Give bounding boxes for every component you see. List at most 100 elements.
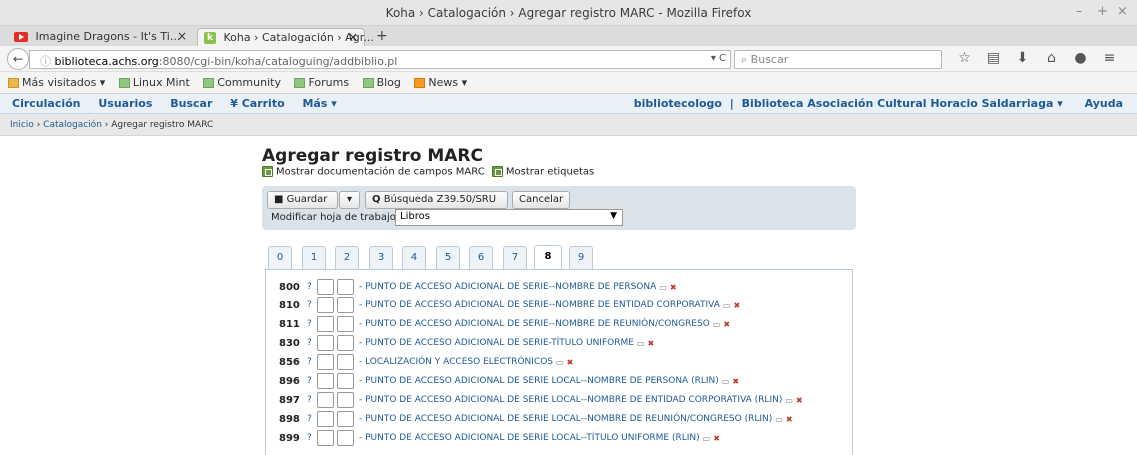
show-doc-checkbox[interactable] xyxy=(262,166,273,177)
clone-field-icon[interactable]: ▭ xyxy=(556,358,564,367)
tab-close-icon[interactable]: × xyxy=(177,29,187,43)
indicator-2-input[interactable] xyxy=(337,354,354,370)
indicator-2-input[interactable] xyxy=(337,411,354,427)
field-description[interactable]: - PUNTO DE ACCESO ADICIONAL DE SERIE--NO… xyxy=(359,300,720,310)
indicator-1-input[interactable] xyxy=(317,335,334,351)
marc-tab-8[interactable]: 8 xyxy=(534,245,562,269)
indicator-2-input[interactable] xyxy=(337,279,354,295)
save-button[interactable]: ■ Guardar xyxy=(267,191,338,209)
bookmark-community[interactable]: Community xyxy=(203,76,281,89)
marc-tab-1[interactable]: 1 xyxy=(302,246,326,269)
indicator-1-input[interactable] xyxy=(317,279,334,295)
save-dropdown-button[interactable]: ▾ xyxy=(339,191,360,209)
framework-select[interactable]: Libros ▼ xyxy=(395,209,623,226)
field-description[interactable]: - PUNTO DE ACCESO ADICIONAL DE SERIE LOC… xyxy=(359,433,700,443)
help-link[interactable]: ? xyxy=(307,395,317,405)
show-tags-checkbox[interactable] xyxy=(491,166,503,177)
marc-tab-6[interactable]: 6 xyxy=(469,246,493,269)
url-bar[interactable]: ⓘ biblioteca.achs.org:8080/cgi-bin/koha/… xyxy=(29,50,731,69)
indicator-1-input[interactable] xyxy=(317,392,334,408)
minimize-button[interactable]: – xyxy=(1076,4,1083,19)
indicator-2-input[interactable] xyxy=(337,316,354,332)
indicator-1-input[interactable] xyxy=(317,354,334,370)
clone-field-icon[interactable]: ▭ xyxy=(713,320,721,329)
menu-icon[interactable]: ≡ xyxy=(1095,50,1124,66)
clone-field-icon[interactable]: ▭ xyxy=(659,283,667,292)
tab-youtube[interactable]: Imagine Dragons - It's Ti... × xyxy=(8,28,193,46)
delete-field-icon[interactable]: ✖ xyxy=(723,320,730,329)
field-description[interactable]: - LOCALIZACIÓN Y ACCESO ELECTRÓNICOS xyxy=(359,357,553,367)
indicator-1-input[interactable] xyxy=(317,373,334,389)
search-input[interactable]: ⌕ Buscar xyxy=(734,50,942,69)
breadcrumb-inicio[interactable]: Inicio xyxy=(10,120,34,130)
back-button[interactable]: ← xyxy=(7,48,29,70)
nav-usuarios[interactable]: Usuarios xyxy=(98,97,152,110)
nav-buscar[interactable]: Buscar xyxy=(170,97,212,110)
clone-field-icon[interactable]: ▭ xyxy=(722,377,730,386)
home-icon[interactable]: ⌂ xyxy=(1037,50,1066,66)
clone-field-icon[interactable]: ▭ xyxy=(637,339,645,348)
field-description[interactable]: - PUNTO DE ACCESO ADICIONAL DE SERIE LOC… xyxy=(359,395,782,405)
help-link[interactable]: ? xyxy=(307,433,317,443)
delete-field-icon[interactable]: ✖ xyxy=(786,415,793,424)
field-description[interactable]: - PUNTO DE ACCESO ADICIONAL DE SERIE--NO… xyxy=(359,319,710,329)
bookmark-linux-mint[interactable]: Linux Mint xyxy=(118,76,190,89)
marc-tab-5[interactable]: 5 xyxy=(436,246,460,269)
delete-field-icon[interactable]: ✖ xyxy=(670,283,677,292)
new-tab-button[interactable]: + xyxy=(376,28,388,44)
delete-field-icon[interactable]: ✖ xyxy=(733,301,740,310)
help-link[interactable]: ? xyxy=(307,282,317,292)
clone-field-icon[interactable]: ▭ xyxy=(785,396,793,405)
indicator-2-input[interactable] xyxy=(337,335,354,351)
indicator-2-input[interactable] xyxy=(337,373,354,389)
nav-carrito[interactable]: ¥ Carrito xyxy=(230,97,284,110)
field-description[interactable]: - PUNTO DE ACCESO ADICIONAL DE SERIE LOC… xyxy=(359,414,772,424)
indicator-2-input[interactable] xyxy=(337,392,354,408)
bookmark-forums[interactable]: Forums xyxy=(294,76,349,89)
delete-field-icon[interactable]: ✖ xyxy=(567,358,574,367)
maximize-button[interactable]: + xyxy=(1097,4,1108,19)
tab-close-icon[interactable]: × xyxy=(348,30,358,44)
delete-field-icon[interactable]: ✖ xyxy=(732,377,739,386)
close-window-button[interactable]: × xyxy=(1117,4,1128,19)
bookmark-star-icon[interactable]: ☆ xyxy=(950,50,979,66)
nav-circulacion[interactable]: Circulación xyxy=(12,97,81,110)
help-link[interactable]: Ayuda xyxy=(1085,97,1123,110)
indicator-1-input[interactable] xyxy=(317,430,334,446)
indicator-1-input[interactable] xyxy=(317,411,334,427)
field-description[interactable]: - PUNTO DE ACCESO ADICIONAL DE SERIE LOC… xyxy=(359,376,719,386)
delete-field-icon[interactable]: ✖ xyxy=(796,396,803,405)
indicator-2-input[interactable] xyxy=(337,297,354,313)
library-icon[interactable]: ▤ xyxy=(979,50,1008,66)
downloads-icon[interactable]: ⬇ xyxy=(1008,50,1037,66)
cancel-button[interactable]: Cancelar xyxy=(512,191,570,209)
indicator-1-input[interactable] xyxy=(317,316,334,332)
indicator-2-input[interactable] xyxy=(337,430,354,446)
marc-tab-4[interactable]: 4 xyxy=(402,246,426,269)
field-description[interactable]: - PUNTO DE ACCESO ADICIONAL DE SERIE--NO… xyxy=(359,282,656,292)
field-description[interactable]: - PUNTO DE ACCESO ADICIONAL DE SERIE-TÍT… xyxy=(359,338,634,348)
marc-tab-9[interactable]: 9 xyxy=(569,246,593,269)
bookmark-blog[interactable]: Blog xyxy=(362,76,401,89)
user-link[interactable]: bibliotecologo xyxy=(634,97,722,110)
help-link[interactable]: ? xyxy=(307,376,317,386)
help-link[interactable]: ? xyxy=(307,300,317,310)
chat-icon[interactable]: ● xyxy=(1066,50,1095,66)
clone-field-icon[interactable]: ▭ xyxy=(703,434,711,443)
breadcrumb-catalogacion[interactable]: Catalogación xyxy=(43,120,102,130)
marc-tab-3[interactable]: 3 xyxy=(369,246,393,269)
z3950-search-button[interactable]: Q Búsqueda Z39.50/SRU xyxy=(365,191,508,209)
marc-tab-2[interactable]: 2 xyxy=(335,246,359,269)
help-link[interactable]: ? xyxy=(307,414,317,424)
clone-field-icon[interactable]: ▭ xyxy=(775,415,783,424)
help-link[interactable]: ? xyxy=(307,319,317,329)
bookmark-mas-visitados[interactable]: Más visitados ▾ xyxy=(8,76,105,89)
marc-tab-7[interactable]: 7 xyxy=(503,246,527,269)
delete-field-icon[interactable]: ✖ xyxy=(713,434,720,443)
clone-field-icon[interactable]: ▭ xyxy=(723,301,731,310)
help-link[interactable]: ? xyxy=(307,338,317,348)
indicator-1-input[interactable] xyxy=(317,297,334,313)
marc-tab-0[interactable]: 0 xyxy=(268,246,292,269)
bookmark-news[interactable]: News ▾ xyxy=(414,76,467,89)
reload-icon[interactable]: ▾ C xyxy=(711,53,726,64)
